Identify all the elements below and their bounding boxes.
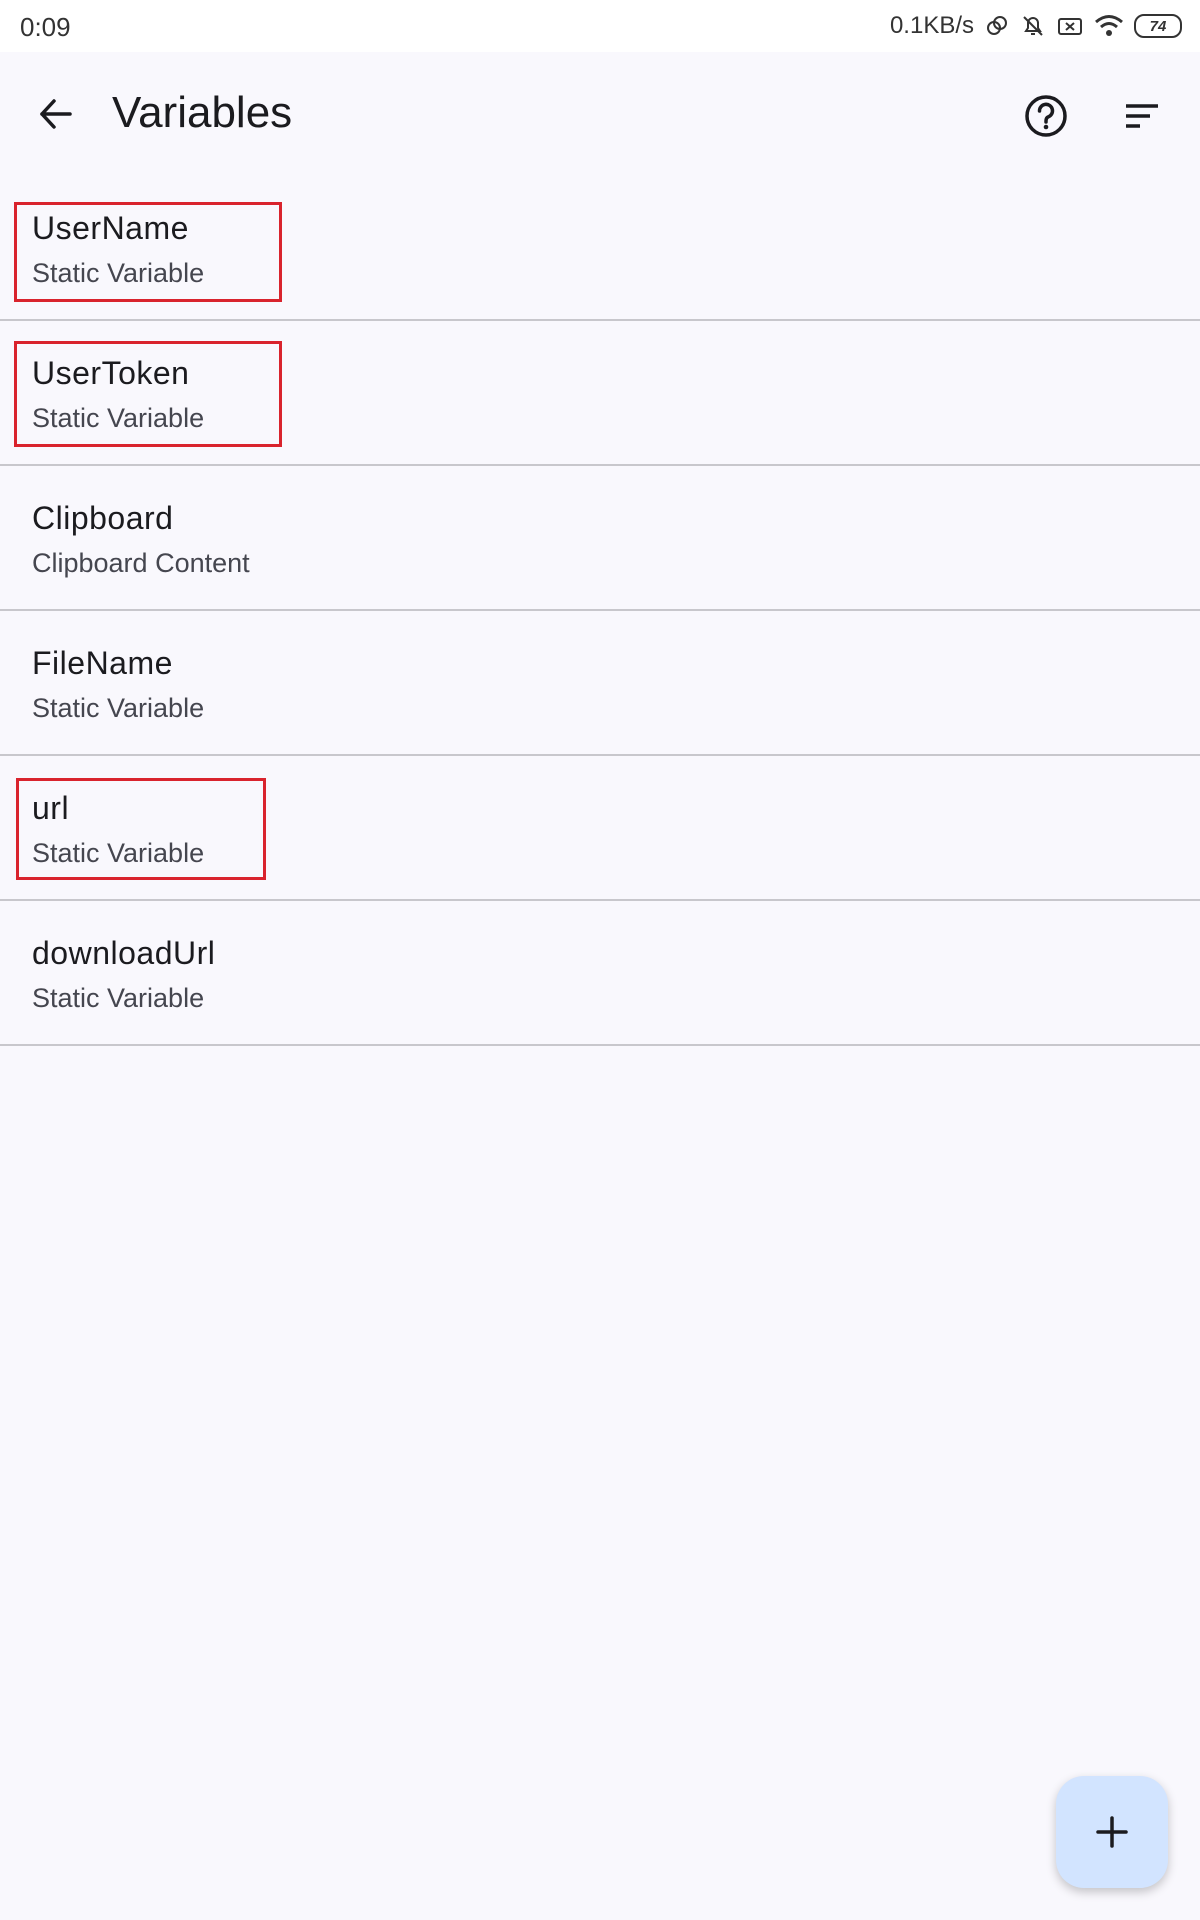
variable-name: FileName [32,645,173,681]
variable-list: UserName Static Variable UserToken Stati… [0,176,1200,1046]
variable-type: Static Variable [32,403,205,433]
variable-type: Static Variable [32,693,205,723]
help-circle-icon [1025,95,1067,137]
variable-name: UserName [32,210,189,246]
list-item-filename[interactable]: FileName Static Variable [0,611,1200,756]
variable-name: Clipboard [32,500,174,536]
status-bar: 0:09 0.1KB/s 74 [0,0,1200,52]
sort-button[interactable] [1112,86,1172,146]
list-item-url[interactable]: url Static Variable [0,756,1200,901]
status-time: 0:09 [20,12,71,42]
help-button[interactable] [1016,86,1076,146]
status-icons: 0.1KB/s 74 [890,8,1182,44]
list-item-username[interactable]: UserName Static Variable [0,176,1200,321]
network-speed: 0.1KB/s [889,12,974,39]
add-variable-button[interactable] [1056,1776,1168,1888]
page-title: Variables [112,88,293,137]
variable-name: downloadUrl [32,935,216,971]
list-item-downloadurl[interactable]: downloadUrl Static Variable [0,901,1200,1046]
variable-type: Static Variable [32,258,205,288]
bell-off-icon [1020,13,1046,39]
battery-icon: 74 [1134,14,1182,38]
arrow-left-icon [40,99,72,129]
variable-type: Static Variable [32,983,205,1013]
back-button[interactable] [26,84,86,144]
wifi-icon [1094,13,1124,39]
sim-off-icon [1056,13,1084,39]
link-icon [984,13,1010,39]
list-item-usertoken[interactable]: UserToken Static Variable [0,321,1200,466]
list-item-clipboard[interactable]: Clipboard Clipboard Content [0,466,1200,611]
variable-type: Static Variable [32,838,205,868]
variable-name: url [32,790,70,826]
app-bar: Variables [0,52,1200,176]
battery-level: 74 [1149,17,1167,35]
plus-icon [1096,1816,1128,1848]
variable-type: Clipboard Content [32,548,250,578]
sort-icon [1126,104,1158,128]
variable-name: UserToken [32,355,190,391]
